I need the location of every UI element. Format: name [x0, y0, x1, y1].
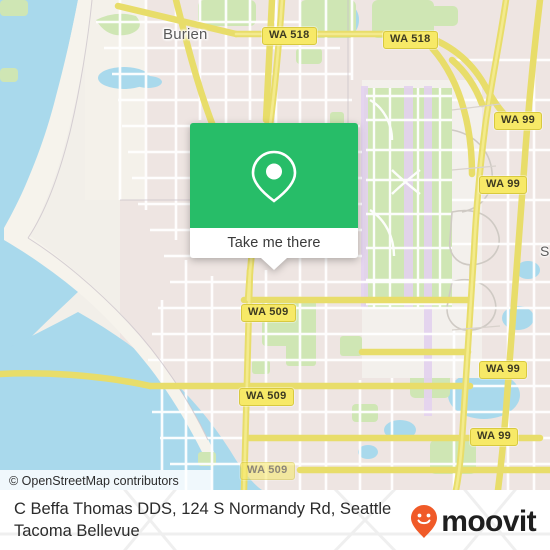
highway-shield-wa99-upper[interactable]: WA 99	[479, 176, 528, 194]
highway-shield-wa509-bottom[interactable]: WA 509	[240, 462, 295, 480]
highway-shield-wa518-east[interactable]: WA 518	[383, 31, 438, 49]
moovit-wordmark: moovit	[441, 505, 536, 538]
location-info-card[interactable]: Take me there	[190, 123, 358, 270]
card-pin-area	[190, 123, 358, 228]
footer-location-title: C Beffa Thomas DDS, 124 S Normandy Rd, S…	[14, 500, 392, 540]
highway-shield-wa518-west[interactable]: WA 518	[262, 27, 317, 45]
map-attribution-bar[interactable]: © OpenStreetMap contributors	[0, 470, 212, 490]
card-pointer-tail	[261, 258, 287, 270]
map-pin-icon	[251, 150, 297, 203]
highway-shield-wa509-mid[interactable]: WA 509	[239, 388, 294, 406]
highway-shield-wa99-lower[interactable]: WA 99	[479, 361, 528, 379]
map-attribution-text: © OpenStreetMap contributors	[9, 473, 179, 488]
map-canvas[interactable]: Burien S WA 518 WA 518 WA 99 WA 99 WA 50…	[0, 0, 550, 490]
moovit-logo[interactable]: moovit	[409, 504, 537, 540]
map-place-label-burien: Burien	[163, 26, 208, 43]
map-screenshot: Burien S WA 518 WA 518 WA 99 WA 99 WA 50…	[0, 0, 550, 550]
map-edge-label: S	[540, 243, 550, 259]
take-me-there-label: Take me there	[227, 235, 321, 251]
highway-shield-wa99-north[interactable]: WA 99	[494, 112, 543, 130]
footer-bar: C Beffa Thomas DDS, 124 S Normandy Rd, S…	[0, 490, 550, 550]
take-me-there-button[interactable]: Take me there	[190, 228, 358, 258]
moovit-smiley-pin-icon	[411, 505, 438, 538]
highway-shield-wa99-bottom[interactable]: WA 99	[470, 428, 519, 446]
highway-shield-wa509-upper[interactable]: WA 509	[241, 304, 296, 322]
